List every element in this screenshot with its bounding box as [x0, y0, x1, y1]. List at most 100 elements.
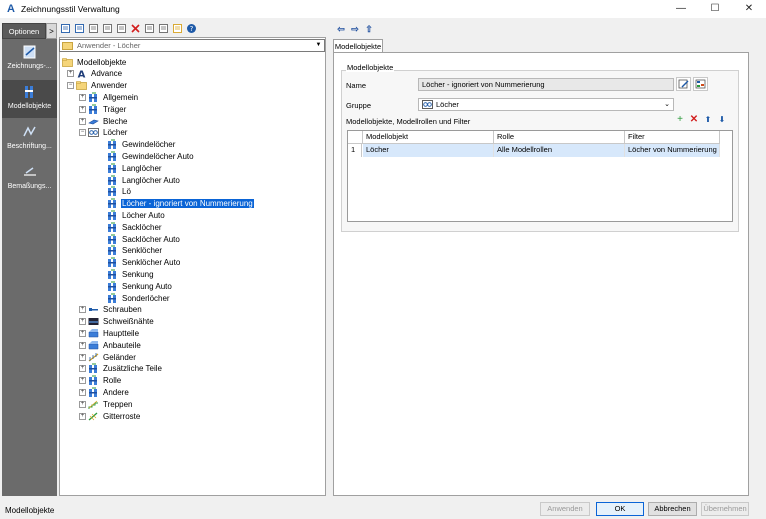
tree-node[interactable]: + Bleche [79, 115, 128, 127]
preview-icon[interactable] [172, 23, 183, 34]
tree-node[interactable]: Modellobjekte [62, 56, 127, 68]
tree-node[interactable]: Senkung Auto [98, 280, 173, 292]
dropdown-arrow-icon[interactable]: ▼ [314, 41, 323, 50]
tab-modellobjekte[interactable]: Modellobjekte [333, 39, 383, 53]
tree-node[interactable]: + Träger [79, 103, 127, 115]
tree-node[interactable]: + Allgemein [79, 91, 139, 103]
ok-button[interactable]: OK [596, 502, 644, 516]
forward-arrow-icon[interactable]: ⇨ [349, 23, 361, 35]
help-icon[interactable]: ? [186, 23, 197, 34]
strip-item-1[interactable]: Modellobjekte [2, 80, 57, 118]
column-header[interactable]: Rolle [494, 131, 625, 144]
model-icon [89, 363, 97, 374]
tree-node[interactable]: + Zusätzliche Teile [79, 363, 163, 375]
tree-node[interactable]: Senklöcher Auto [98, 257, 181, 269]
import-icon[interactable] [144, 23, 155, 34]
tree-node[interactable]: − Anwender [67, 80, 128, 92]
expand-icon[interactable]: + [79, 388, 86, 396]
expand-icon[interactable]: + [79, 412, 86, 420]
add-row-icon[interactable]: + [674, 114, 686, 126]
tree-node[interactable]: Sacklöcher [98, 221, 163, 233]
tree-node[interactable]: + Gitterroste [79, 410, 141, 422]
copy-icon[interactable] [88, 23, 99, 34]
paste-icon[interactable] [116, 23, 127, 34]
tree-node[interactable]: Löcher Auto [98, 209, 166, 221]
expand-icon[interactable]: + [67, 70, 74, 78]
model-icon [108, 269, 116, 279]
group-title: Modellobjekte [346, 63, 395, 72]
edit-icon[interactable] [74, 23, 85, 34]
strip-item-3[interactable]: Bemaßungs... [2, 160, 57, 198]
move-up-icon[interactable]: ⬆ [702, 114, 714, 126]
options-button[interactable]: Optionen [2, 23, 46, 39]
tree-toolbar: ? [60, 21, 200, 36]
column-header[interactable]: Filter [625, 131, 720, 144]
up-arrow-icon[interactable]: ⇧ [363, 23, 375, 35]
rename-button[interactable] [676, 77, 691, 91]
expand-icon[interactable]: + [79, 318, 86, 326]
expand-icon[interactable]: + [79, 341, 86, 349]
options-expand-button[interactable]: > [46, 23, 57, 39]
expand-icon[interactable]: + [79, 117, 86, 125]
collapse-icon[interactable]: − [67, 82, 74, 90]
tree-node[interactable]: + Geländer [79, 351, 137, 363]
table-cell-object[interactable]: Löcher [363, 144, 494, 157]
collapse-icon[interactable]: − [79, 129, 86, 137]
table-cell-role[interactable]: Alle Modellrollen [494, 144, 625, 157]
model-icon [108, 281, 116, 291]
tree-node[interactable]: Gewindelöcher Auto [98, 150, 195, 162]
tree-node[interactable]: + Schrauben [79, 304, 143, 316]
tree-node[interactable]: Senkung [98, 268, 155, 280]
expand-icon[interactable]: + [79, 329, 86, 337]
name-field[interactable]: Löcher - ignoriert von Nummerierung [418, 78, 674, 91]
delete-row-icon[interactable]: ✕ [688, 114, 700, 126]
maximize-button[interactable]: ☐ [698, 0, 732, 18]
strip-item-2[interactable]: Beschriftung... [2, 120, 57, 158]
tree-node[interactable]: Senklöcher [98, 245, 163, 257]
close-button[interactable]: ✕ [732, 0, 766, 18]
group-select[interactable]: Löcher ⌄ [418, 98, 674, 111]
tree-node[interactable]: Gewindelöcher [98, 139, 176, 151]
export-icon[interactable] [158, 23, 169, 34]
move-down-icon[interactable]: ⬇ [716, 114, 728, 126]
adopt-button[interactable]: Übernehmen [701, 502, 749, 516]
expand-icon[interactable]: + [79, 400, 86, 408]
tree-node[interactable]: Löcher - ignoriert von Nummerierung [98, 198, 254, 210]
expand-icon[interactable]: + [79, 93, 86, 101]
apply-button[interactable]: Anwenden [540, 502, 590, 516]
tree-node[interactable]: − Löcher [79, 127, 128, 139]
new-icon[interactable] [60, 23, 71, 34]
tree-node[interactable]: + Treppen [79, 398, 134, 410]
tree-node[interactable]: + Andere [79, 386, 130, 398]
expand-icon[interactable]: + [79, 365, 86, 373]
cancel-button[interactable]: Abbrechen [648, 502, 697, 516]
tree-node[interactable]: + Rolle [79, 375, 122, 387]
expand-icon[interactable]: + [79, 105, 86, 113]
chevron-down-icon[interactable]: ⌄ [664, 100, 670, 108]
tree-node[interactable]: Sacklöcher Auto [98, 233, 181, 245]
duplicate-icon[interactable] [102, 23, 113, 34]
back-arrow-icon[interactable]: ⇦ [335, 23, 347, 35]
column-header[interactable]: Modellobjekt [363, 131, 494, 144]
tree-node[interactable]: Sonderlöcher [98, 292, 171, 304]
tree-node[interactable]: + Anbauteile [79, 339, 142, 351]
expand-icon[interactable]: + [79, 353, 86, 361]
expand-icon[interactable]: + [79, 377, 86, 385]
panel-splitter[interactable] [327, 37, 331, 496]
tree-node[interactable]: Langlöcher [98, 162, 163, 174]
strip-item-0[interactable]: Zeichnungs-... [2, 40, 57, 78]
properties-button[interactable] [693, 77, 708, 91]
tree-node[interactable]: Lö [98, 186, 132, 198]
group-icon [88, 128, 99, 138]
expand-icon[interactable]: + [79, 306, 86, 314]
table-cell-filter[interactable]: Löcher von Nummerierung [625, 144, 720, 157]
tree-node-label: Bleche [103, 116, 128, 126]
tree-node[interactable]: + Schweißnähte [79, 316, 155, 328]
tree-node[interactable]: Langlöcher Auto [98, 174, 181, 186]
delete-icon[interactable] [130, 23, 141, 34]
folder-icon [76, 81, 87, 90]
tree-filter-combo[interactable]: Anwender - Löcher ▼ [59, 39, 325, 52]
minimize-button[interactable]: — [664, 0, 698, 18]
tree-node[interactable]: + A Advance [67, 68, 123, 80]
tree-node[interactable]: + Hauptteile [79, 327, 140, 339]
